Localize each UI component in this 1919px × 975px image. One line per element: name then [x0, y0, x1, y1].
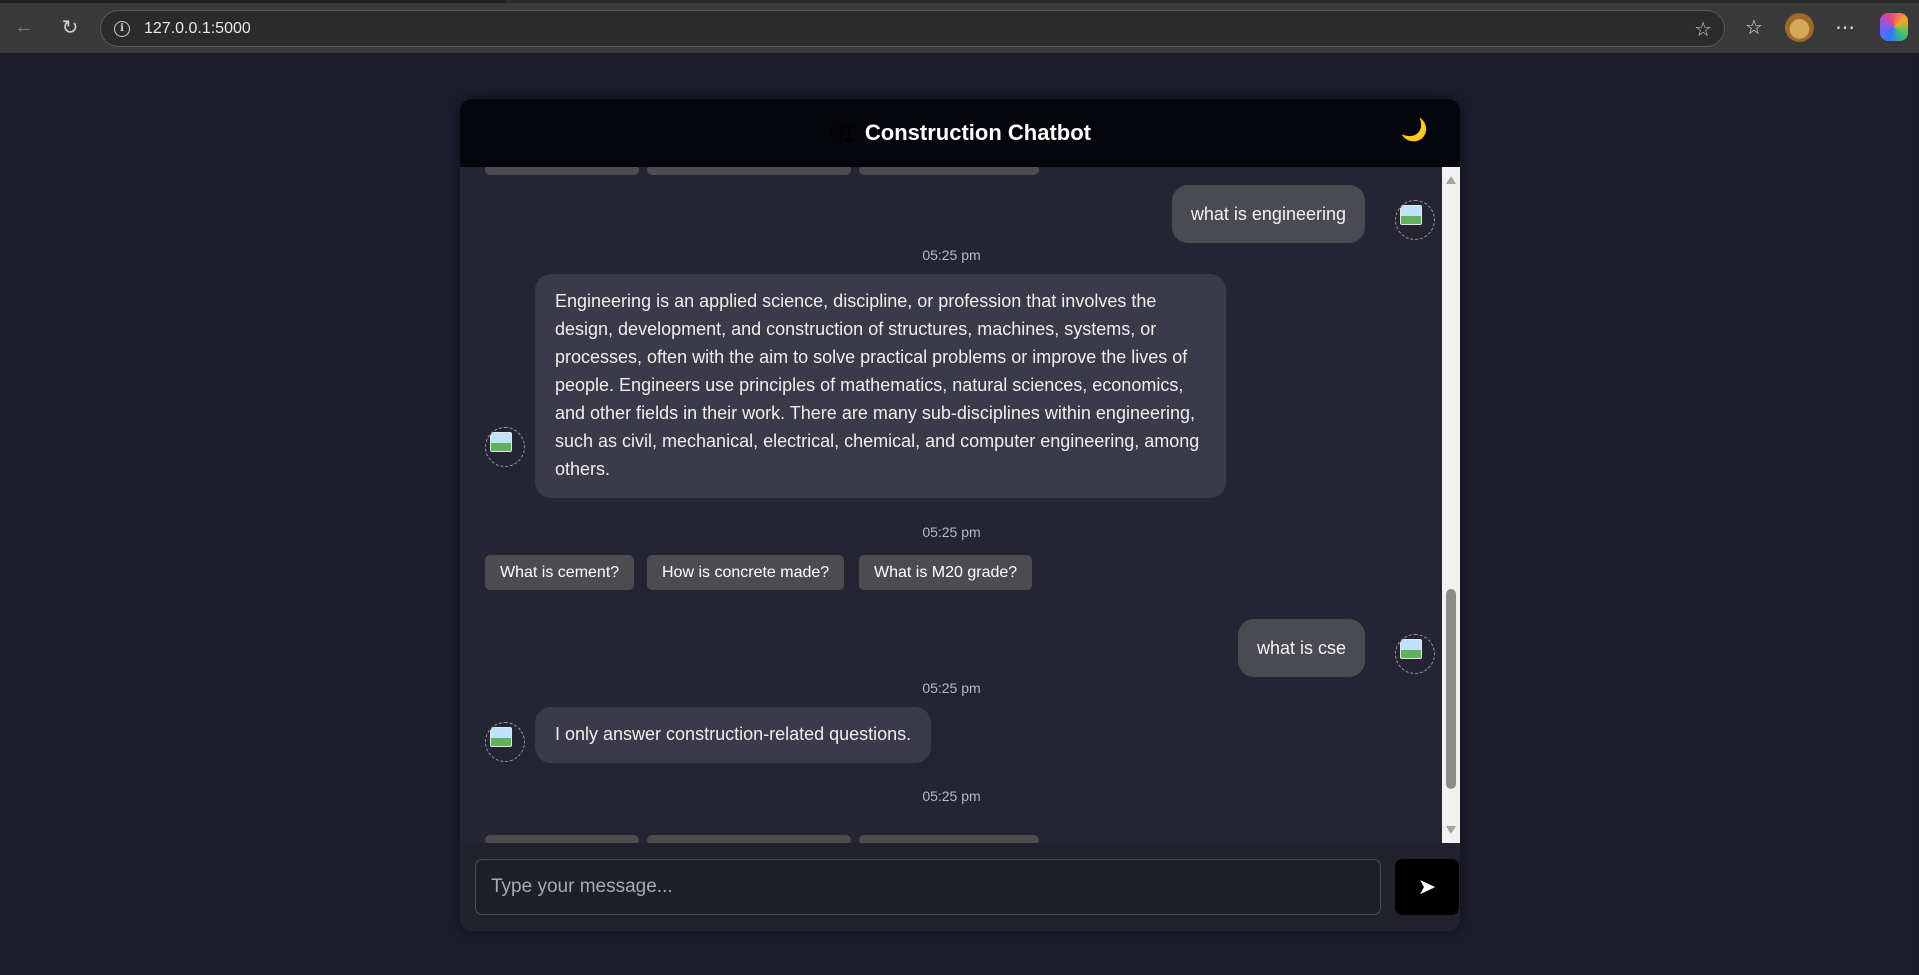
suggestion-chip-concrete[interactable]: How is concrete made?	[647, 555, 845, 590]
page-body: 🏗 Construction Chatbot 🌙 what is enginee…	[5, 53, 1914, 975]
suggestion-chip-m20[interactable]: What is M20 grade?	[859, 555, 1033, 590]
chat-header: 🏗 Construction Chatbot 🌙	[460, 99, 1460, 167]
suggestion-chip[interactable]	[485, 835, 639, 843]
timestamp: 05:25 pm	[922, 524, 981, 540]
send-arrow-icon: ➤	[1417, 874, 1437, 899]
broken-image-icon	[490, 727, 512, 747]
address-bar[interactable]: i 127.0.0.1:5000 ☆	[100, 10, 1725, 47]
message-input[interactable]	[475, 859, 1381, 915]
user-avatar	[1395, 200, 1435, 240]
favorites-icon[interactable]: ☆	[1738, 12, 1770, 42]
input-area: ➤	[460, 843, 1460, 931]
message-list[interactable]: what is engineering 05:25 pm Engineering…	[460, 167, 1460, 843]
timestamp: 05:25 pm	[922, 680, 981, 696]
active-tab[interactable]	[0, 0, 505, 3]
message-scrollbar[interactable]	[1442, 167, 1460, 843]
send-button[interactable]: ➤	[1395, 859, 1459, 915]
broken-image-icon	[490, 432, 512, 452]
scroll-up-icon[interactable]	[1446, 176, 1456, 184]
suggestion-chip[interactable]	[859, 167, 1039, 175]
back-icon[interactable]: ←	[9, 12, 39, 42]
user-message: what is engineering	[1171, 185, 1365, 243]
broken-image-icon	[1400, 639, 1422, 659]
chat-title: Construction Chatbot	[864, 120, 1092, 145]
suggestion-chip[interactable]	[859, 835, 1039, 843]
moon-icon[interactable]: 🌙	[1401, 117, 1428, 143]
scroll-down-icon[interactable]	[1446, 826, 1456, 834]
user-avatar	[1395, 634, 1435, 674]
suggestion-chip[interactable]	[485, 167, 639, 175]
bot-avatar	[485, 427, 525, 467]
copilot-icon[interactable]	[1880, 13, 1908, 41]
broken-image-icon	[1400, 205, 1422, 225]
construction-crane-icon: 🏗	[828, 120, 857, 145]
user-message: what is cse	[1237, 619, 1365, 677]
scrollbar-thumb[interactable]	[1446, 589, 1456, 789]
bot-message: Engineering is an applied science, disci…	[535, 274, 1226, 498]
timestamp: 05:25 pm	[922, 247, 981, 263]
browser-toolbar: ← ↻ i 127.0.0.1:5000 ☆ ☆ ⋯	[0, 0, 1919, 53]
suggestion-chip-cement[interactable]: What is cement?	[485, 555, 635, 590]
suggestion-chip[interactable]	[647, 835, 851, 843]
site-info-icon[interactable]: i	[114, 20, 130, 37]
timestamp: 05:25 pm	[922, 788, 981, 804]
bookmark-star-icon[interactable]: ☆	[1694, 17, 1712, 42]
suggestion-chip[interactable]	[647, 167, 851, 175]
profile-avatar[interactable]	[1785, 13, 1814, 42]
more-options-icon[interactable]: ⋯	[1829, 12, 1861, 42]
url-text[interactable]: 127.0.0.1:5000	[144, 20, 251, 38]
bot-message: I only answer construction-related quest…	[535, 707, 932, 763]
tab-strip	[0, 0, 1919, 3]
reload-icon[interactable]: ↻	[55, 12, 85, 42]
bot-avatar	[485, 722, 525, 762]
chat-container: 🏗 Construction Chatbot 🌙 what is enginee…	[460, 99, 1460, 931]
